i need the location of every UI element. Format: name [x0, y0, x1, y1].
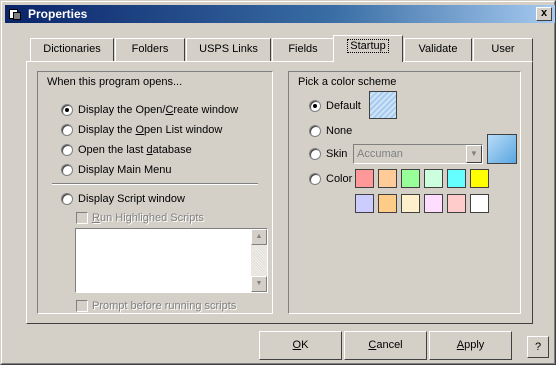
option-label: None: [326, 125, 353, 137]
cancel-button[interactable]: Cancel: [344, 331, 427, 360]
scroll-up-arrow-icon[interactable]: ▲: [251, 229, 267, 245]
checkbox-indicator: [76, 212, 88, 224]
tab-usps-links[interactable]: USPS Links: [186, 38, 271, 62]
color-swatch[interactable]: [424, 169, 443, 188]
option-label: Display Main Menu: [78, 164, 172, 176]
properties-window: Properties x Dictionaries Folders USPS L…: [0, 0, 556, 365]
tab-label: Folders: [131, 43, 169, 55]
group-title: When this program opens...: [47, 76, 183, 88]
skin-select-value: Accuman: [357, 148, 403, 160]
radio-indicator: [61, 164, 73, 176]
option-label: Display Script window: [78, 193, 185, 205]
default-scheme-preview: [369, 91, 397, 119]
tab-dictionaries[interactable]: Dictionaries: [30, 38, 114, 62]
tab-label: Dictionaries: [43, 43, 101, 55]
skin-scheme-preview: [487, 134, 517, 164]
radio-open-create-window[interactable]: Display the Open/Create window: [61, 103, 238, 117]
ok-button[interactable]: OK: [259, 331, 342, 360]
run-highlighted-scripts-checkbox[interactable]: Run Highlighed Scripts: [76, 212, 204, 224]
tab-label: User: [491, 43, 515, 55]
checkbox-label: Prompt before running scripts: [92, 300, 237, 312]
tab-label: Startup: [347, 39, 389, 53]
apply-button[interactable]: Apply: [429, 331, 512, 360]
scripts-listbox[interactable]: ▲ ▼: [75, 228, 268, 293]
color-swatch[interactable]: [378, 194, 397, 213]
option-label: Color: [326, 173, 353, 185]
radio-display-main-menu[interactable]: Display Main Menu: [61, 163, 172, 177]
option-label: Skin: [326, 148, 348, 160]
radio-indicator: [309, 100, 321, 112]
color-swatch[interactable]: [447, 194, 466, 213]
chevron-down-icon[interactable]: ▼: [466, 145, 482, 163]
color-swatch[interactable]: [447, 169, 466, 188]
checkbox-indicator: [76, 300, 88, 312]
radio-indicator: [309, 125, 321, 137]
startup-tab-panel: When this program opens... Display the O…: [26, 61, 533, 324]
checkbox-label: Run Highlighed Scripts: [92, 212, 204, 224]
radio-open-list-window[interactable]: Display the Open List window: [61, 123, 222, 137]
color-swatch[interactable]: [401, 194, 420, 213]
radio-indicator: [61, 124, 73, 136]
close-button[interactable]: x: [536, 7, 552, 21]
scripts-scrollbar[interactable]: ▲ ▼: [251, 229, 267, 292]
tab-user[interactable]: User: [473, 38, 533, 62]
separator: [52, 183, 258, 185]
tab-fields[interactable]: Fields: [272, 38, 334, 62]
option-label: Display the Open/Create window: [78, 104, 239, 116]
title-bar[interactable]: Properties x: [5, 5, 555, 23]
window-title: Properties: [28, 7, 88, 21]
tab-label: USPS Links: [199, 43, 258, 55]
button-label: Apply: [456, 339, 485, 351]
radio-indicator: [61, 193, 73, 205]
color-swatch[interactable]: [470, 169, 489, 188]
program-opens-group: When this program opens... Display the O…: [37, 71, 273, 314]
scroll-down-arrow-icon[interactable]: ▼: [251, 276, 267, 292]
color-swatch[interactable]: [355, 169, 374, 188]
radio-scheme-skin[interactable]: Skin: [309, 147, 347, 161]
prompt-before-running-checkbox[interactable]: Prompt before running scripts: [76, 300, 236, 312]
group-title: Pick a color scheme: [298, 76, 397, 88]
radio-display-script-window[interactable]: Display Script window: [61, 192, 185, 206]
tab-folders[interactable]: Folders: [115, 38, 185, 62]
button-label: OK: [292, 339, 309, 351]
color-swatch[interactable]: [378, 169, 397, 188]
option-label: Display the Open List window: [78, 124, 223, 136]
color-swatch[interactable]: [401, 169, 420, 188]
color-swatch[interactable]: [355, 194, 374, 213]
color-swatch[interactable]: [424, 194, 443, 213]
help-button[interactable]: ?: [527, 336, 549, 358]
tab-startup[interactable]: Startup: [333, 35, 403, 62]
radio-indicator: [61, 104, 73, 116]
tab-label: Validate: [418, 43, 458, 55]
tab-validate[interactable]: Validate: [404, 38, 472, 62]
tab-label: Fields: [288, 43, 318, 55]
color-scheme-group: Pick a color scheme Default None Skin Ac…: [288, 71, 521, 314]
option-label: Default: [326, 100, 361, 112]
radio-scheme-default[interactable]: Default: [309, 99, 361, 113]
radio-indicator: [309, 148, 321, 160]
button-label: Cancel: [368, 339, 403, 351]
radio-indicator: [61, 144, 73, 156]
radio-indicator: [309, 173, 321, 185]
radio-scheme-color[interactable]: Color: [309, 172, 352, 186]
option-label: Open the last database: [78, 144, 192, 156]
color-swatch[interactable]: [470, 194, 489, 213]
skin-select[interactable]: Accuman ▼: [353, 144, 483, 164]
properties-app-icon: [8, 7, 24, 21]
radio-scheme-none[interactable]: None: [309, 124, 352, 138]
radio-open-last-database[interactable]: Open the last database: [61, 143, 192, 157]
